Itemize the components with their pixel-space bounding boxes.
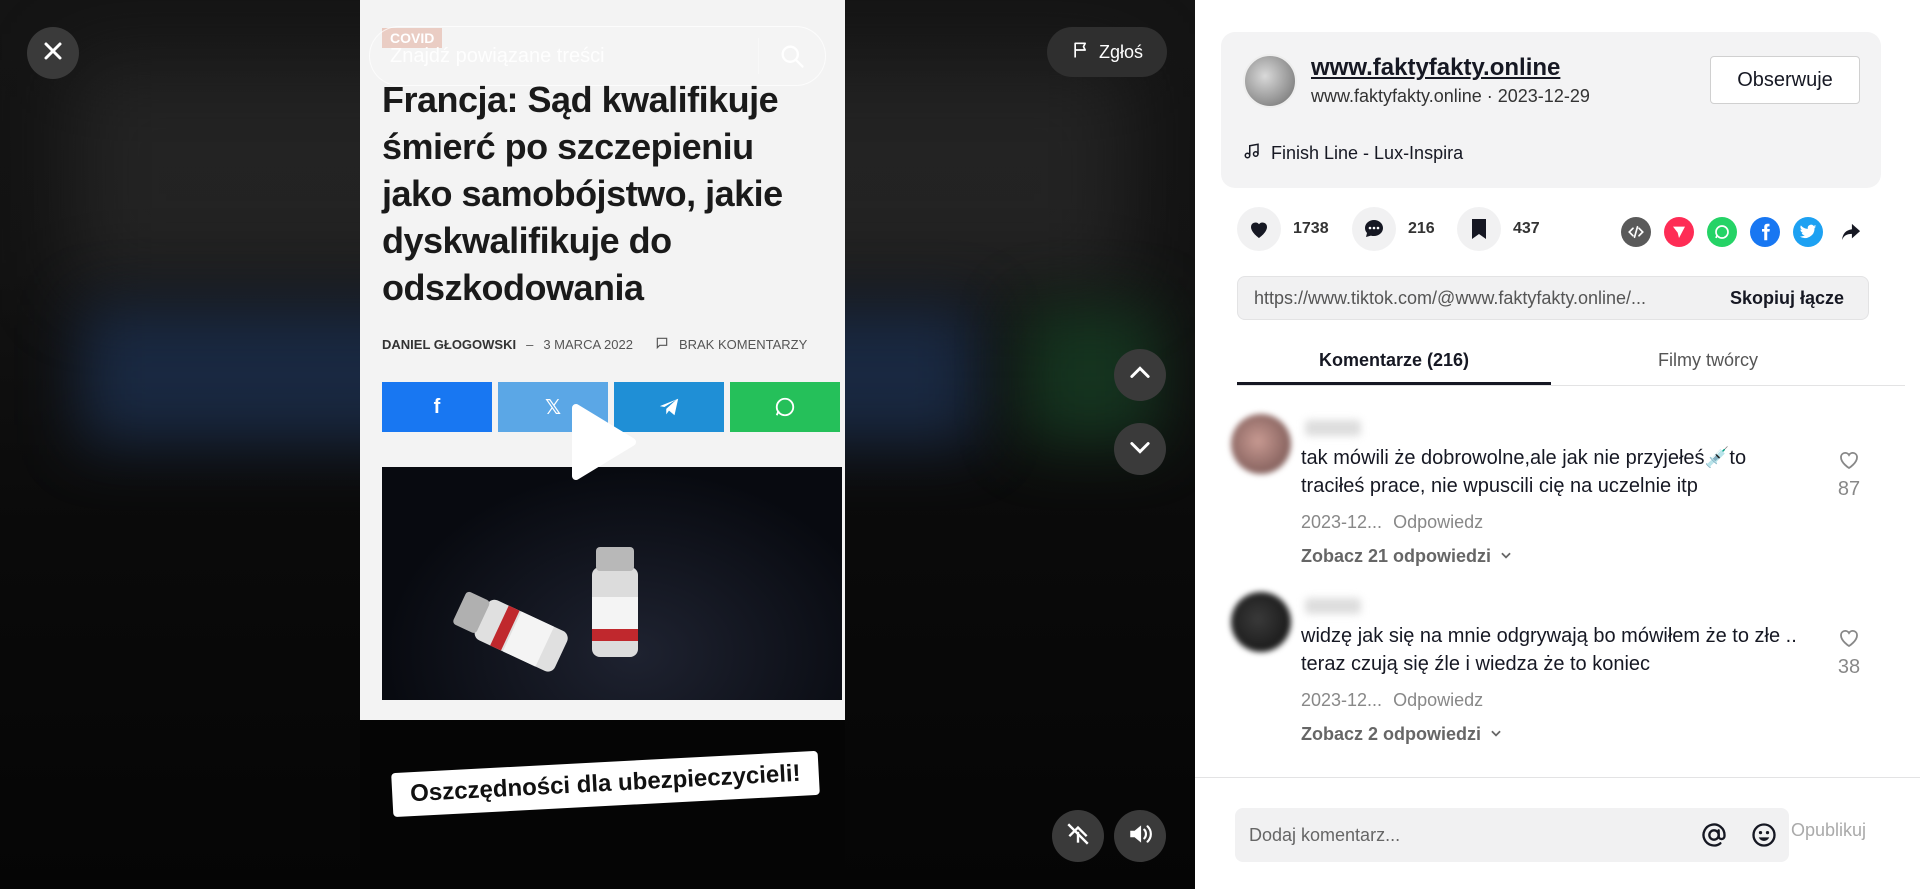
video-player[interactable]: COVID Francja: Sąd kwalifikuje śmierć po… [0, 0, 1195, 889]
comment-date: 2023-12... [1301, 512, 1383, 532]
chevron-down-icon [1489, 724, 1503, 745]
comment-like[interactable]: 87 [1829, 448, 1869, 501]
share-url[interactable]: https://www.tiktok.com/@www.faktyfakty.o… [1238, 288, 1706, 309]
comment-like-count: 38 [1837, 656, 1861, 678]
share-link-box: https://www.tiktok.com/@www.faktyfakty.o… [1237, 276, 1869, 320]
music-note-icon [1243, 142, 1261, 165]
music-title: Finish Line - Lux-Inspira [1271, 143, 1464, 163]
video-frame: COVID Francja: Sąd kwalifikuje śmierć po… [360, 0, 845, 720]
post-comment-button[interactable]: Opublikuj [1791, 820, 1866, 841]
comment-text: tak mówili że dobrowolne,ale jak nie prz… [1301, 447, 1747, 497]
twitter-icon[interactable] [1793, 217, 1823, 247]
creator-handle: www.faktyfakty.online [1311, 86, 1482, 106]
byline-separator: – [526, 337, 534, 352]
flag-icon [1071, 40, 1091, 65]
comment-meta: 2023-12... Odpowiedz [1301, 512, 1483, 533]
tab-comments[interactable]: Komentarze (216) [1237, 340, 1551, 385]
reply-button[interactable]: Odpowiedz [1393, 512, 1483, 532]
emoji-icon[interactable] [1739, 821, 1789, 849]
creator-card: www.faktyfakty.online www.faktyfakty.onl… [1221, 32, 1881, 188]
article-vaccine-image [382, 467, 842, 700]
save-count: 437 [1513, 220, 1540, 237]
report-button[interactable]: Zgłoś [1047, 27, 1167, 77]
creator-avatar[interactable] [1243, 54, 1297, 108]
bookmark-icon[interactable] [1457, 207, 1501, 251]
article-title: Francja: Sąd kwalifikuje śmierć po szcze… [382, 79, 783, 308]
commenter-avatar[interactable] [1231, 592, 1291, 652]
related-search-input[interactable]: Znajdź powiązane treści [369, 26, 826, 86]
comment-like-count: 87 [1837, 478, 1861, 500]
share-arrow-icon[interactable] [1836, 217, 1866, 247]
report-label: Zgłoś [1098, 41, 1143, 62]
article-comments-label: BRAK KOMENTARZY [678, 337, 808, 352]
facebook-icon: f [382, 382, 492, 432]
view-replies-button[interactable]: Zobacz 2 odpowiedzi [1301, 724, 1503, 745]
comment-input[interactable]: Dodaj komentarz... [1235, 808, 1789, 862]
subtitle-separator: · [1486, 86, 1498, 106]
comment-like[interactable]: 38 [1829, 626, 1869, 679]
article-byline: DANIEL GŁOGOWSKI – 3 MARCA 2022 BRAK KOM… [382, 336, 832, 353]
post-date: 2023-12-29 [1497, 86, 1590, 106]
facebook-icon[interactable] [1750, 217, 1780, 247]
commenter-username-blurred[interactable] [1305, 598, 1361, 614]
volume-icon [1127, 821, 1153, 852]
chevron-down-icon [1126, 433, 1154, 466]
search-placeholder: Znajdź powiązane treści [390, 44, 605, 67]
creator-subtitle: www.faktyfakty.online · 2023-12-29 [1311, 86, 1590, 107]
comment-item: tak mówili że dobrowolne,ale jak nie prz… [1231, 414, 1891, 574]
app-root: { "video": { "search_placeholder": "Znaj… [0, 0, 1920, 889]
like-stat[interactable]: 1738 [1237, 207, 1329, 251]
commenter-avatar[interactable] [1231, 414, 1291, 474]
embed-icon[interactable] [1621, 217, 1651, 247]
tab-creator-videos[interactable]: Filmy twórcy [1551, 340, 1865, 385]
view-replies-label: Zobacz 21 odpowiedzi [1301, 546, 1492, 566]
whatsapp-icon [730, 382, 840, 432]
search-icon[interactable] [759, 26, 825, 86]
article-author: DANIEL GŁOGOWSKI [382, 337, 517, 352]
creator-name-link[interactable]: www.faktyfakty.online [1311, 54, 1560, 82]
like-count: 1738 [1293, 220, 1329, 237]
previous-video-button[interactable] [1114, 349, 1166, 401]
heart-outline-icon [1836, 451, 1862, 477]
comment-meta: 2023-12... Odpowiedz [1301, 690, 1483, 711]
comment-input-placeholder: Dodaj komentarz... [1249, 824, 1401, 845]
heart-icon[interactable] [1237, 207, 1281, 251]
follow-button[interactable]: Obserwuje [1710, 56, 1860, 104]
comment-text: widzę jak się na mnie odgrywają bo mówił… [1301, 625, 1797, 675]
commenter-username-blurred[interactable] [1305, 420, 1361, 436]
panel-tabs: Komentarze (216) Filmy twórcy [1237, 340, 1905, 386]
comment-date: 2023-12... [1301, 690, 1383, 710]
whatsapp-icon[interactable] [1707, 217, 1737, 247]
article-date: 3 MARCA 2022 [543, 337, 633, 352]
comment-icon[interactable] [1352, 207, 1396, 251]
comment-bubble-icon [655, 336, 669, 353]
next-video-button[interactable] [1114, 423, 1166, 475]
view-replies-label: Zobacz 2 odpowiedzi [1301, 724, 1482, 744]
heart-outline-icon [1836, 629, 1862, 655]
copy-link-button[interactable]: Skopiuj łącze [1706, 288, 1868, 309]
chevron-down-icon [1499, 546, 1513, 567]
save-stat[interactable]: 437 [1457, 207, 1540, 251]
send-icon[interactable] [1664, 217, 1694, 247]
details-panel: www.faktyfakty.online www.faktyfakty.onl… [1195, 0, 1920, 889]
composer-divider [1195, 777, 1920, 778]
comment-count: 216 [1408, 220, 1435, 237]
close-button[interactable] [27, 27, 79, 79]
mention-icon[interactable] [1689, 821, 1739, 849]
chevron-up-icon [1126, 359, 1154, 392]
view-replies-button[interactable]: Zobacz 21 odpowiedzi [1301, 546, 1513, 567]
comment-item: widzę jak się na mnie odgrywają bo mówił… [1231, 592, 1891, 752]
comment-stat[interactable]: 216 [1352, 207, 1435, 251]
close-icon [41, 39, 65, 68]
volume-button[interactable] [1114, 810, 1166, 862]
floating-player-button[interactable] [1052, 810, 1104, 862]
music-link[interactable]: Finish Line - Lux-Inspira [1243, 142, 1463, 165]
play-icon[interactable] [568, 402, 638, 487]
floating-player-icon [1065, 821, 1091, 852]
reply-button[interactable]: Odpowiedz [1393, 690, 1483, 710]
